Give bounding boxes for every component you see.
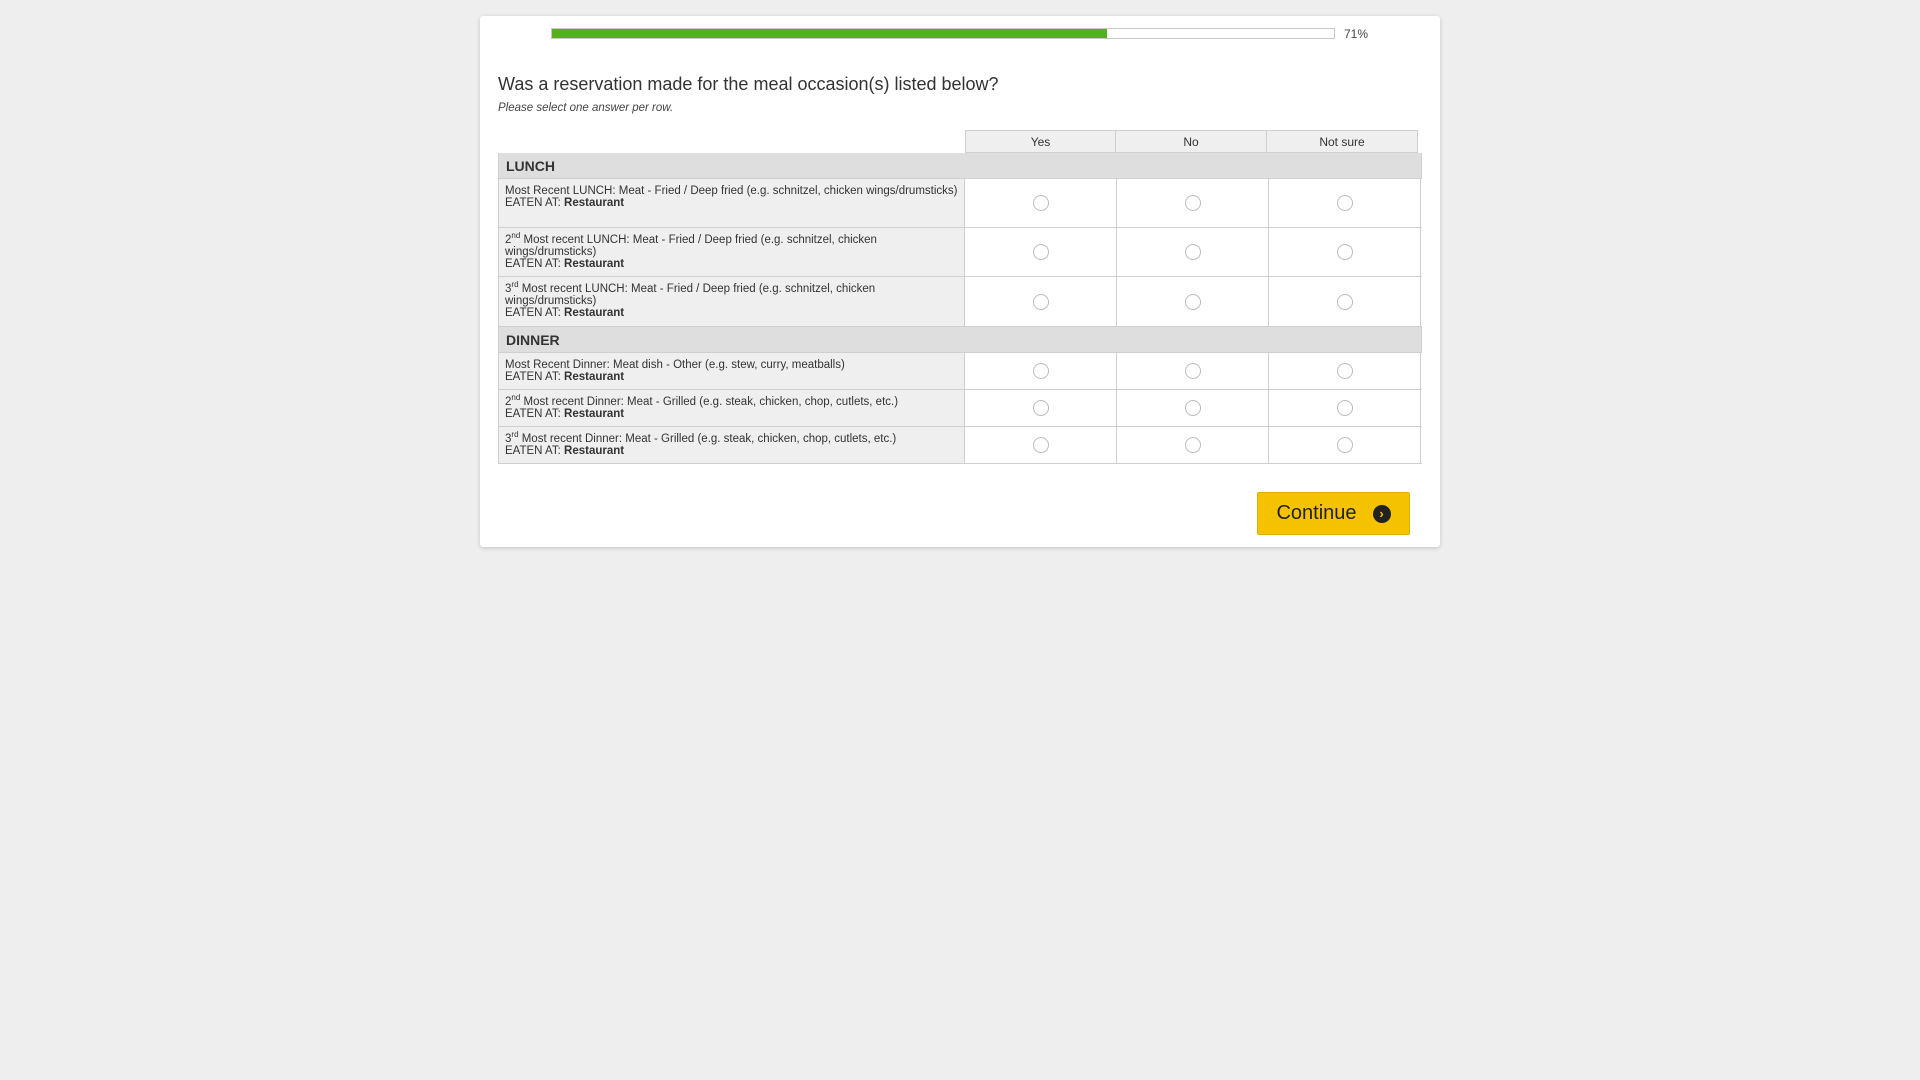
row-ordinal-suffix: rd bbox=[511, 280, 519, 290]
row-ordinal-suffix: rd bbox=[511, 430, 519, 440]
radio-no[interactable] bbox=[1184, 400, 1201, 416]
cell-yes bbox=[965, 228, 1117, 276]
row-label: Most Recent LUNCH: Meat - Fried / Deep f… bbox=[498, 179, 965, 227]
cell-yes bbox=[965, 179, 1117, 227]
radio-not-sure[interactable] bbox=[1336, 363, 1353, 379]
cell-no bbox=[1117, 353, 1269, 389]
radio-no[interactable] bbox=[1184, 363, 1201, 379]
grid-header-spacer bbox=[498, 130, 965, 153]
question-instruction: Please select one answer per row. bbox=[498, 102, 674, 114]
section-header-dinner: DINNER bbox=[498, 327, 1422, 353]
cell-no bbox=[1117, 390, 1269, 426]
eaten-at-label: EATEN AT: bbox=[505, 408, 561, 420]
row-label: 3rd Most recent LUNCH: Meat - Fried / De… bbox=[498, 277, 965, 326]
progress-bar bbox=[551, 28, 1335, 39]
cell-not-sure bbox=[1269, 228, 1421, 276]
cell-no bbox=[1117, 427, 1269, 463]
chevron-right-circle-icon: › bbox=[1372, 504, 1391, 523]
row-label: 3rd Most recent Dinner: Meat - Grilled (… bbox=[498, 427, 965, 463]
grid-row: 3rd Most recent LUNCH: Meat - Fried / De… bbox=[498, 277, 1422, 327]
eaten-at-value: Restaurant bbox=[564, 445, 625, 457]
cell-yes bbox=[965, 427, 1117, 463]
radio-yes[interactable] bbox=[1032, 195, 1049, 211]
eaten-at-value: Restaurant bbox=[564, 408, 625, 420]
grid-row: 3rd Most recent Dinner: Meat - Grilled (… bbox=[498, 427, 1422, 464]
grid-row: 2nd Most recent Dinner: Meat - Grilled (… bbox=[498, 390, 1422, 427]
grid-header-row: Yes No Not sure bbox=[498, 130, 1422, 153]
radio-yes[interactable] bbox=[1032, 363, 1049, 379]
eaten-at-label: EATEN AT: bbox=[505, 307, 561, 319]
row-ordinal-suffix: nd bbox=[511, 393, 521, 403]
eaten-at-label: EATEN AT: bbox=[505, 197, 561, 209]
cell-no bbox=[1117, 277, 1269, 326]
cell-not-sure bbox=[1269, 179, 1421, 227]
eaten-at-label: EATEN AT: bbox=[505, 258, 561, 270]
eaten-at-label: EATEN AT: bbox=[505, 371, 561, 383]
column-header-no: No bbox=[1116, 130, 1267, 153]
radio-not-sure[interactable] bbox=[1336, 400, 1353, 416]
row-label-text: Most Recent LUNCH: Meat - Fried / Deep f… bbox=[505, 185, 958, 197]
row-label: 2nd Most recent Dinner: Meat - Grilled (… bbox=[498, 390, 965, 426]
cell-yes bbox=[965, 353, 1117, 389]
row-label: 2nd Most recent LUNCH: Meat - Fried / De… bbox=[498, 228, 965, 276]
row-label: Most Recent Dinner: Meat dish - Other (e… bbox=[498, 353, 965, 389]
cell-not-sure bbox=[1269, 427, 1421, 463]
continue-button-label: Continue bbox=[1276, 502, 1357, 524]
radio-no[interactable] bbox=[1184, 195, 1201, 211]
column-header-yes: Yes bbox=[965, 130, 1116, 153]
row-label-text: Most recent LUNCH: Meat - Fried / Deep f… bbox=[505, 283, 876, 307]
section-header-lunch: LUNCH bbox=[498, 153, 1422, 179]
eaten-at-value: Restaurant bbox=[564, 258, 625, 270]
row-label-text: Most recent LUNCH: Meat - Fried / Deep f… bbox=[505, 234, 877, 258]
radio-not-sure[interactable] bbox=[1336, 437, 1353, 453]
eaten-at-label: EATEN AT: bbox=[505, 445, 561, 457]
progress-bar-fill bbox=[552, 29, 1108, 38]
cell-no bbox=[1117, 228, 1269, 276]
grid-row: Most Recent LUNCH: Meat - Fried / Deep f… bbox=[498, 179, 1422, 228]
grid-row: Most Recent Dinner: Meat dish - Other (e… bbox=[498, 353, 1422, 390]
eaten-at-value: Restaurant bbox=[564, 197, 625, 209]
row-label-text: Most Recent Dinner: Meat dish - Other (e… bbox=[505, 359, 845, 371]
cell-not-sure bbox=[1269, 353, 1421, 389]
radio-not-sure[interactable] bbox=[1336, 293, 1353, 310]
cell-yes bbox=[965, 390, 1117, 426]
row-label-text: Most recent Dinner: Meat - Grilled (e.g.… bbox=[520, 396, 899, 408]
cell-not-sure bbox=[1269, 390, 1421, 426]
question-text: Was a reservation made for the meal occa… bbox=[498, 74, 999, 94]
cell-not-sure bbox=[1269, 277, 1421, 326]
radio-yes[interactable] bbox=[1032, 244, 1049, 260]
radio-yes[interactable] bbox=[1032, 293, 1049, 310]
continue-button[interactable]: Continue › bbox=[1257, 492, 1410, 535]
progress-percent: 71% bbox=[1344, 27, 1369, 41]
radio-no[interactable] bbox=[1184, 244, 1201, 260]
cell-yes bbox=[965, 277, 1117, 326]
radio-yes[interactable] bbox=[1032, 400, 1049, 416]
cell-no bbox=[1117, 179, 1269, 227]
radio-not-sure[interactable] bbox=[1336, 244, 1353, 260]
row-ordinal-suffix: nd bbox=[511, 231, 521, 241]
radio-yes[interactable] bbox=[1032, 437, 1049, 453]
survey-card: 71% Was a reservation made for the meal … bbox=[480, 16, 1440, 547]
row-label-text: Most recent Dinner: Meat - Grilled (e.g.… bbox=[518, 433, 897, 445]
grid-row: 2nd Most recent LUNCH: Meat - Fried / De… bbox=[498, 228, 1422, 277]
radio-no[interactable] bbox=[1184, 437, 1201, 453]
eaten-at-value: Restaurant bbox=[564, 371, 625, 383]
answer-grid: Yes No Not sure LUNCH Most Recent LUNCH:… bbox=[498, 130, 1422, 464]
radio-no[interactable] bbox=[1184, 293, 1201, 310]
column-header-not-sure: Not sure bbox=[1267, 130, 1418, 153]
eaten-at-value: Restaurant bbox=[564, 307, 625, 319]
radio-not-sure[interactable] bbox=[1336, 195, 1353, 211]
